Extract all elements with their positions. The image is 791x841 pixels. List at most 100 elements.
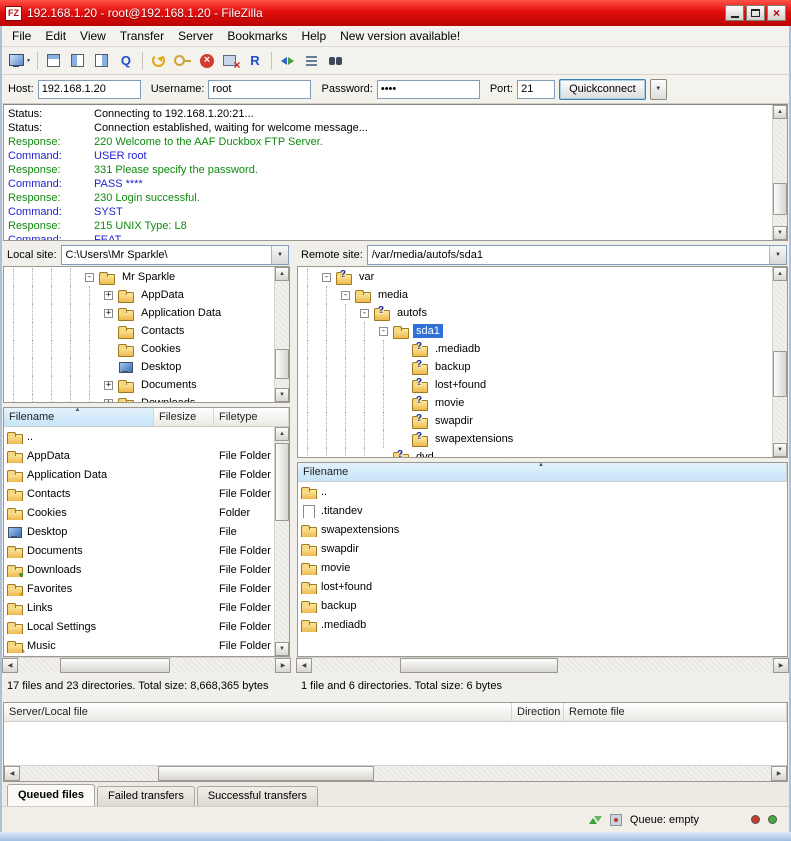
remote-file-row-movie[interactable]: movie: [298, 558, 787, 577]
minimize-button[interactable]: [725, 5, 744, 21]
tree-item-label[interactable]: Application Data: [138, 306, 224, 320]
toggle-remote-tree-button[interactable]: [90, 50, 114, 72]
local-file-row-links[interactable]: LinksFile Folder: [4, 598, 273, 617]
menu-transfer[interactable]: Transfer: [113, 27, 171, 45]
tree-item-label[interactable]: dvd: [413, 450, 437, 457]
tree-item-downloads[interactable]: + Downloads: [4, 394, 273, 402]
scroll-track[interactable]: [275, 281, 289, 388]
scroll-down-button[interactable]: ▼: [275, 388, 289, 402]
reconnect-button[interactable]: R: [243, 50, 267, 72]
expander-minus[interactable]: -: [80, 273, 99, 282]
cancel-operation-button[interactable]: [195, 50, 219, 72]
tree-item-dvd[interactable]: ?dvd: [298, 448, 771, 457]
scroll-track[interactable]: [312, 658, 773, 673]
vertical-scrollbar[interactable]: ▲▼: [772, 105, 787, 240]
tree-item-var[interactable]: -?var: [298, 268, 771, 286]
remote-file-row-swapextensions[interactable]: swapextensions: [298, 520, 787, 539]
quickconnect-dropdown-button[interactable]: ▼: [650, 79, 667, 100]
queue-column-header-remote-file[interactable]: Remote file: [564, 703, 787, 721]
tree-item-label[interactable]: movie: [432, 396, 467, 410]
tree-item-media[interactable]: - media: [298, 286, 771, 304]
local-column-header-filetype[interactable]: Filetype: [214, 408, 289, 426]
tree-item-label[interactable]: .mediadb: [432, 342, 483, 356]
expander-minus[interactable]: -: [374, 327, 393, 336]
tree-item-label[interactable]: swapextensions: [432, 432, 516, 446]
remote-file-row-lost-found[interactable]: lost+found: [298, 577, 787, 596]
scroll-left-button[interactable]: ◀: [4, 766, 20, 781]
scroll-right-button[interactable]: ▶: [771, 766, 787, 781]
username-input[interactable]: [208, 80, 311, 99]
tree-item-desktop[interactable]: Desktop: [4, 358, 273, 376]
tree-item-mr-sparkle[interactable]: -Mr Sparkle: [4, 268, 273, 286]
remote-horizontal-scrollbar[interactable]: ◀▶: [296, 657, 789, 673]
tree-item-label[interactable]: Desktop: [138, 360, 184, 374]
local-column-header-filesize[interactable]: Filesize: [154, 408, 214, 426]
menu-server[interactable]: Server: [171, 27, 220, 45]
scroll-track[interactable]: [20, 766, 771, 781]
site-manager-button[interactable]: ▼: [6, 50, 33, 72]
tab-successful-transfers[interactable]: Successful transfers: [197, 786, 318, 806]
tree-item-cookies[interactable]: Cookies: [4, 340, 273, 358]
password-input[interactable]: [377, 80, 480, 99]
directory-comparison-button[interactable]: [276, 50, 300, 72]
find-files-button[interactable]: [324, 50, 348, 72]
remote-file-row-item[interactable]: ..: [298, 482, 787, 501]
scroll-up-button[interactable]: ▲: [275, 427, 289, 441]
tree-item-label[interactable]: Downloads: [138, 396, 198, 402]
combo-dropdown-icon[interactable]: ▼: [271, 246, 288, 264]
scroll-left-button[interactable]: ◀: [2, 658, 18, 673]
tree-item-sda1[interactable]: - sda1: [298, 322, 771, 340]
scroll-down-button[interactable]: ▼: [773, 443, 787, 457]
remote-file-row-titandev[interactable]: .titandev: [298, 501, 787, 520]
queue-body[interactable]: [4, 722, 787, 765]
tree-item-mediadb[interactable]: ?.mediadb: [298, 340, 771, 358]
tab-queued-files[interactable]: Queued files: [7, 784, 95, 806]
scroll-down-button[interactable]: ▼: [275, 642, 289, 656]
tree-item-movie[interactable]: ?movie: [298, 394, 771, 412]
remote-column-header-filename[interactable]: Filename▲: [298, 463, 787, 481]
scroll-left-button[interactable]: ◀: [296, 658, 312, 673]
expander-minus[interactable]: -: [336, 291, 355, 300]
scroll-track[interactable]: [773, 281, 787, 443]
titlebar[interactable]: FZ 192.168.1.20 - root@192.168.1.20 - Fi…: [0, 0, 791, 26]
scroll-thumb[interactable]: [275, 349, 289, 379]
remote-site-combo[interactable]: /var/media/autofs/sda1 ▼: [367, 245, 787, 265]
tree-item-lost-found[interactable]: ?lost+found: [298, 376, 771, 394]
encryption-icon[interactable]: [610, 814, 622, 826]
scroll-thumb[interactable]: [158, 766, 374, 781]
synchronized-browsing-button[interactable]: [300, 50, 324, 72]
scroll-up-button[interactable]: ▲: [773, 105, 787, 119]
tree-item-label[interactable]: backup: [432, 360, 473, 374]
scroll-right-button[interactable]: ▶: [275, 658, 291, 673]
tree-item-appdata[interactable]: +AppData: [4, 286, 273, 304]
menu-file[interactable]: File: [5, 27, 38, 45]
tree-item-label[interactable]: swapdir: [432, 414, 476, 428]
tree-item-contacts[interactable]: Contacts: [4, 322, 273, 340]
menu-help[interactable]: Help: [294, 27, 333, 45]
scroll-right-button[interactable]: ▶: [773, 658, 789, 673]
toggle-local-tree-button[interactable]: [66, 50, 90, 72]
tree-item-documents[interactable]: +Documents: [4, 376, 273, 394]
local-file-row-documents[interactable]: DocumentsFile Folder: [4, 541, 273, 560]
queue-column-header-server-local-file[interactable]: Server/Local file: [4, 703, 512, 721]
queue-column-header-direction[interactable]: Direction: [512, 703, 564, 721]
local-file-row-appdata[interactable]: AppDataFile Folder: [4, 446, 273, 465]
expander-plus[interactable]: +: [99, 399, 118, 403]
combo-dropdown-icon[interactable]: ▼: [769, 246, 786, 264]
vertical-scrollbar[interactable]: ▲▼: [274, 427, 289, 656]
scroll-down-button[interactable]: ▼: [773, 226, 787, 240]
tree-item-label[interactable]: media: [375, 288, 411, 302]
speed-limit-icon[interactable]: [588, 814, 602, 826]
expander-minus[interactable]: -: [355, 309, 374, 318]
remote-file-row-backup[interactable]: backup: [298, 596, 787, 615]
tree-item-label[interactable]: lost+found: [432, 378, 489, 392]
scroll-thumb[interactable]: [400, 658, 558, 673]
remote-file-row-swapdir[interactable]: swapdir: [298, 539, 787, 558]
expander-plus[interactable]: +: [99, 381, 118, 390]
local-file-row-contacts[interactable]: ContactsFile Folder: [4, 484, 273, 503]
tree-item-label[interactable]: Cookies: [138, 342, 184, 356]
tree-item-label[interactable]: sda1: [413, 324, 443, 338]
refresh-button[interactable]: [147, 50, 171, 72]
toggle-filelist-filters-button[interactable]: Q: [114, 50, 138, 72]
scroll-up-button[interactable]: ▲: [773, 267, 787, 281]
